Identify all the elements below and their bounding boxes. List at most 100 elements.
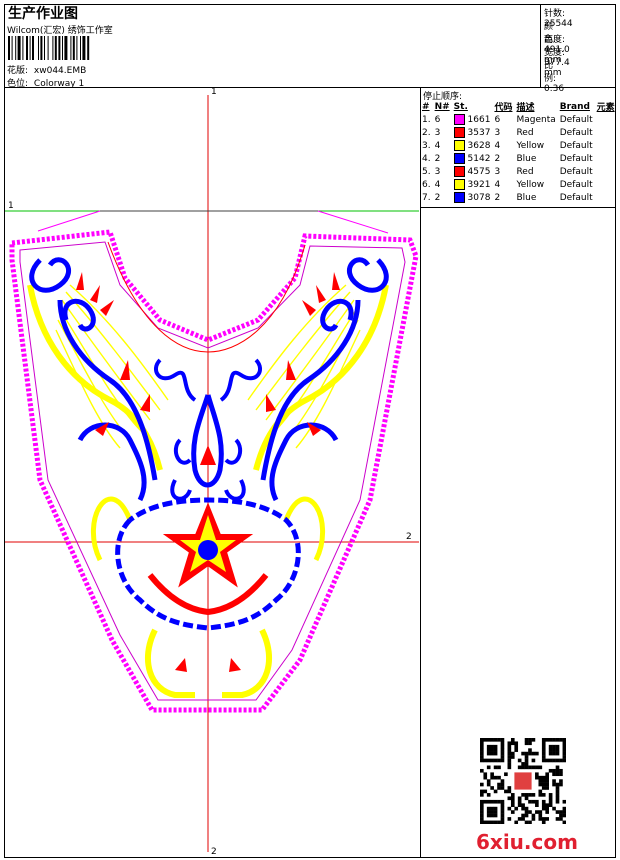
qr-module — [480, 768, 484, 773]
blue-scroll-right-mid — [269, 422, 339, 502]
yellow-lower-left — [144, 628, 195, 698]
qr-module — [528, 799, 532, 804]
qr-module — [524, 820, 529, 824]
cell-code: 2 — [494, 192, 501, 203]
qr-module — [535, 810, 539, 814]
qr-module — [493, 758, 498, 763]
qr-module — [497, 820, 501, 824]
qr-module — [548, 793, 553, 797]
qr-module — [500, 741, 505, 746]
qr-module — [528, 738, 532, 742]
qr-module — [510, 799, 515, 804]
qr-module — [531, 793, 536, 797]
barcode-bar — [82, 36, 86, 60]
qr-module — [507, 817, 512, 821]
qr-module — [559, 782, 563, 787]
qr-module — [541, 758, 546, 763]
guide-label-bottom: 2 — [211, 847, 217, 857]
qr-module — [486, 813, 491, 818]
cell-st: 3628 — [453, 139, 495, 152]
qr-module — [538, 765, 543, 770]
qr-module — [507, 786, 512, 790]
qr-module — [555, 817, 560, 821]
qr-module — [524, 738, 529, 742]
cell-brand: Default — [559, 114, 593, 125]
qr-module — [562, 758, 566, 763]
cell-needle: 2 — [434, 153, 441, 164]
qr-module — [541, 744, 546, 749]
qr-module — [500, 806, 505, 811]
qr-module — [500, 751, 505, 756]
qr-module — [510, 741, 515, 746]
color-swatch — [453, 140, 465, 151]
qr-module — [548, 799, 553, 804]
qr-module — [497, 799, 501, 804]
cell-desc: Red — [516, 166, 534, 177]
qr-module — [538, 813, 543, 818]
stop-sequence-table: # N# St. 代码 描述 Brand 元素 1. 6 1661 6 Magenta Defaul… — [422, 100, 619, 204]
qr-logo — [514, 772, 532, 790]
column-header: St. — [453, 101, 468, 112]
design-row: 花版: xw044.EMB — [7, 63, 86, 76]
qr-module — [486, 793, 491, 797]
subtitle: Wilcom(汇宏) 绣饰工作室 — [7, 26, 113, 36]
qr-module — [486, 799, 491, 804]
yellow-swirl-right — [253, 284, 389, 471]
color-swatch — [453, 192, 465, 203]
qr-module — [521, 765, 525, 770]
qr-module — [497, 775, 501, 780]
yellow-swirl-left — [27, 284, 163, 471]
qr-module — [510, 751, 515, 756]
barcode-bar — [15, 36, 17, 60]
qr-module — [541, 786, 546, 790]
qr-module — [507, 762, 512, 766]
qr-module — [538, 782, 543, 787]
qr-module — [562, 751, 566, 756]
qr-module — [480, 755, 484, 759]
cell-idx: 5. — [422, 166, 431, 177]
column-header: 描述 — [516, 103, 535, 113]
cell-needle: 2 — [434, 192, 441, 203]
qr-module — [562, 813, 566, 818]
cell-needle: 3 — [434, 166, 441, 177]
color-swatch — [453, 179, 465, 190]
qr-module — [486, 782, 491, 787]
qr-module — [538, 817, 543, 821]
qr-module — [497, 782, 501, 787]
qr-module — [548, 758, 553, 763]
barcode-bar — [80, 36, 81, 60]
barcode-bar — [40, 36, 43, 60]
barcode-bar — [87, 36, 90, 60]
qr-module — [504, 789, 508, 794]
cell-brand: Default — [559, 166, 593, 177]
qr-module — [514, 744, 519, 749]
qr-module — [480, 738, 484, 742]
qr-module — [552, 758, 556, 763]
cell-code: 4 — [494, 179, 501, 190]
qr-module — [555, 765, 560, 770]
qr-module — [480, 744, 484, 749]
qr-module — [486, 744, 491, 749]
qr-module — [493, 748, 498, 752]
cell-st: 5142 — [453, 152, 495, 165]
cell-idx: 2. — [422, 127, 431, 138]
column-header: Brand — [559, 101, 590, 112]
qr-module — [555, 738, 560, 742]
stitch-count: 3078 — [464, 193, 491, 203]
qr-module — [507, 748, 512, 752]
qr-module — [497, 765, 501, 770]
qr-module — [480, 813, 484, 818]
qr-module — [510, 796, 515, 801]
cell-desc: Blue — [516, 192, 537, 203]
qr-module — [500, 758, 505, 763]
qr-module — [500, 799, 505, 804]
qr-module — [541, 817, 546, 821]
qr-module — [483, 775, 488, 780]
qr-module — [483, 738, 488, 742]
qr-module — [548, 803, 553, 807]
cell-code: 6 — [494, 114, 501, 125]
cell-st: 1661 — [453, 113, 495, 126]
qr-module — [531, 758, 536, 763]
cell-code: 3 — [494, 166, 501, 177]
qr-module — [486, 806, 491, 811]
